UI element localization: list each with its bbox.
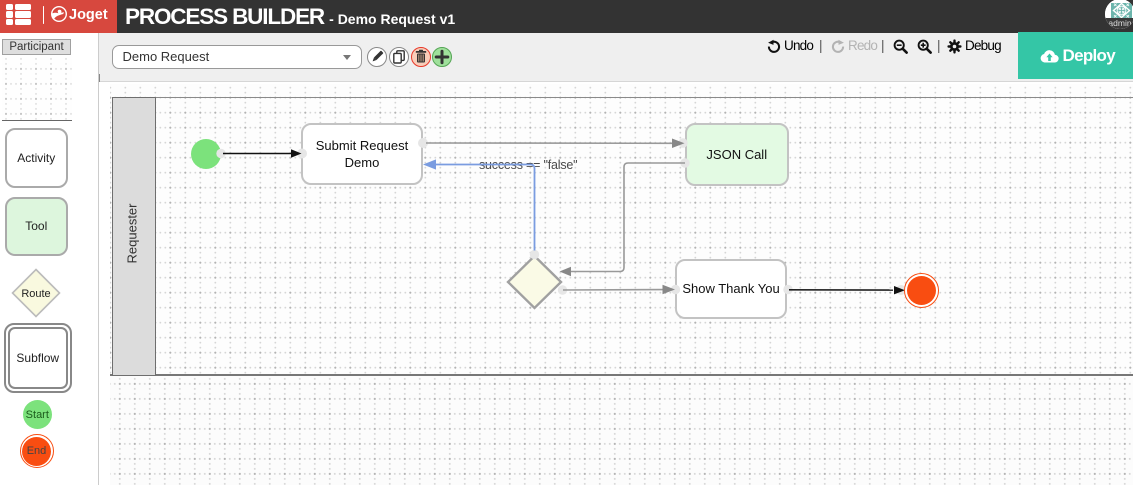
svg-text:admin: admin bbox=[1108, 18, 1131, 28]
svg-text:Route: Route bbox=[21, 288, 50, 300]
